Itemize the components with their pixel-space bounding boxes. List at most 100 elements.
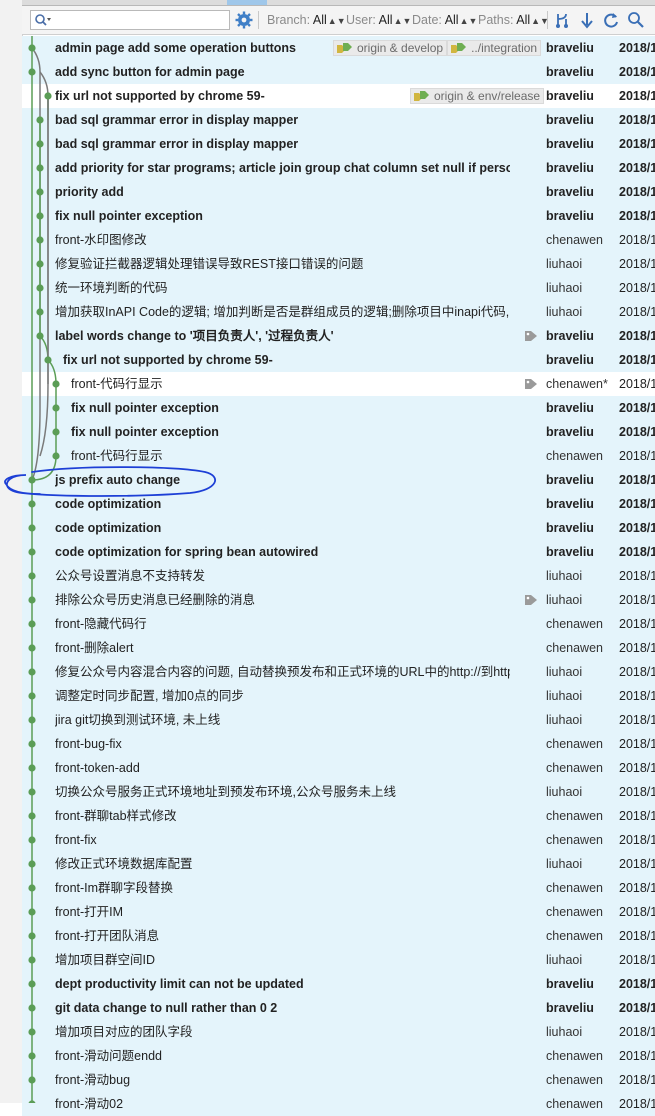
commit-row[interactable]: add sync button for admin page braveliu 20… bbox=[22, 60, 655, 84]
commit-message: front-打开IM bbox=[55, 905, 124, 919]
commit-date: 2018/1 bbox=[619, 41, 655, 55]
commit-message: dept productivity limit can not be updat… bbox=[55, 977, 304, 991]
date-filter-value: All bbox=[444, 13, 459, 27]
commit-date: 2018/1 bbox=[619, 497, 655, 511]
commit-row[interactable]: 修复公众号内容混合内容的问题, 自动替换预发布和正式环境的URL中的http:/… bbox=[22, 660, 655, 684]
commit-row[interactable]: 增加项目对应的团队字段 liuhaoi 2018/1 bbox=[22, 1020, 655, 1044]
commit-message: 公众号设置消息不支持转发 bbox=[55, 569, 206, 583]
commit-row[interactable]: 修复验证拦截器逻辑处理错误导致REST接口错误的问题 liuhaoi 2018/1 bbox=[22, 252, 655, 276]
commit-row[interactable]: fix null pointer exception braveliu 2018/1 bbox=[22, 396, 655, 420]
commit-author: braveliu bbox=[546, 41, 594, 55]
branch-ref-badge[interactable]: origin & develop bbox=[333, 40, 448, 56]
commit-message: 统一环境判断的代码 bbox=[55, 281, 168, 295]
commit-row[interactable]: front-水印图修改 chenawen 2018/1 bbox=[22, 228, 655, 252]
log-toolbar: Branch: All▲▼ User: All▲▼ Date: All▲▼ Pa… bbox=[22, 6, 655, 35]
commit-row[interactable]: 公众号设置消息不支持转发 liuhaoi 2018/1 bbox=[22, 564, 655, 588]
commit-author: braveliu bbox=[546, 1001, 594, 1015]
sort-down-icon[interactable] bbox=[578, 11, 596, 29]
commit-row[interactable]: front-代码行显示 chenawen* 2018/1 bbox=[22, 372, 655, 396]
commit-row[interactable]: 增加项目群空间ID liuhaoi 2018/1 bbox=[22, 948, 655, 972]
commit-author: braveliu bbox=[546, 185, 594, 199]
commit-author: chenawen bbox=[546, 737, 603, 751]
commit-row[interactable]: front-删除alert chenawen 2018/1 bbox=[22, 636, 655, 660]
commit-row[interactable]: 排除公众号历史消息已经删除的消息 liuhaoi 2018/1 bbox=[22, 588, 655, 612]
commit-row[interactable]: front-打开IM chenawen 2018/1 bbox=[22, 900, 655, 924]
commit-row[interactable]: front-滑动bug chenawen 2018/1 bbox=[22, 1068, 655, 1092]
commit-row[interactable]: front-bug-fix chenawen 2018/1 bbox=[22, 732, 655, 756]
commit-message: priority add bbox=[55, 185, 124, 199]
commit-date: 2018/1 bbox=[619, 521, 655, 535]
commit-row[interactable]: bad sql grammar error in display mapper b… bbox=[22, 108, 655, 132]
commit-message: front-滑动02 bbox=[55, 1097, 124, 1111]
commit-author: liuhaoi bbox=[546, 857, 583, 871]
commit-row[interactable]: front-群聊tab样式修改 chenawen 2018/1 bbox=[22, 804, 655, 828]
commit-row[interactable]: front-fix chenawen 2018/1 bbox=[22, 828, 655, 852]
commit-row[interactable]: code optimization braveliu 2018/1 bbox=[22, 516, 655, 540]
paths-filter[interactable]: Paths: All▲▼ bbox=[478, 13, 549, 27]
commit-row[interactable]: js prefix auto change braveliu 2018/1 bbox=[22, 468, 655, 492]
commit-row[interactable]: jira git切换到测试环境, 未上线 liuhaoi 2018/1 bbox=[22, 708, 655, 732]
commit-author: liuhaoi bbox=[546, 593, 583, 607]
commit-row[interactable]: fix url not supported by chrome 59- origi… bbox=[22, 84, 655, 108]
commit-row[interactable]: add priority for star programs; article … bbox=[22, 156, 655, 180]
settings-gear-icon[interactable] bbox=[235, 11, 253, 29]
commit-message: front-打开团队消息 bbox=[55, 929, 160, 943]
search-input[interactable] bbox=[30, 10, 230, 30]
chevron-down-icon: ▲▼ bbox=[393, 16, 412, 26]
commit-author: chenawen bbox=[546, 1097, 603, 1111]
commit-row[interactable]: front-Im群聊字段替换 chenawen 2018/1 bbox=[22, 876, 655, 900]
user-filter[interactable]: User: All▲▼ bbox=[346, 13, 411, 27]
commit-message: jira git切换到测试环境, 未上线 bbox=[55, 713, 221, 727]
commit-row[interactable]: label words change to '项目负责人', '过程负责人' br… bbox=[22, 324, 655, 348]
commit-date: 2018/1 bbox=[619, 377, 655, 391]
commit-row[interactable]: fix null pointer exception braveliu 2018/1 bbox=[22, 420, 655, 444]
branch-filter[interactable]: Branch: All▲▼ bbox=[267, 13, 346, 27]
commit-row[interactable]: fix url not supported by chrome 59- brave… bbox=[22, 348, 655, 372]
commit-author: braveliu bbox=[546, 329, 594, 343]
branch-ref-badge[interactable]: origin & env/release bbox=[410, 88, 545, 104]
commit-message: front-代码行显示 bbox=[71, 449, 163, 463]
commit-row[interactable]: git data change to null rather than 0 2 b… bbox=[22, 996, 655, 1020]
commit-message: front-隐藏代码行 bbox=[55, 617, 147, 631]
commit-row[interactable]: 修改正式环境数据库配置 liuhaoi 2018/1 bbox=[22, 852, 655, 876]
commit-date: 2018/1 bbox=[619, 617, 655, 631]
commit-message: code optimization bbox=[55, 521, 162, 535]
commit-row[interactable]: front-打开团队消息 chenawen 2018/1 bbox=[22, 924, 655, 948]
commit-row[interactable]: 增加获取InAPI Code的逻辑; 增加判断是否是群组成员的逻辑;删除项目中i… bbox=[22, 300, 655, 324]
commit-author: chenawen bbox=[546, 449, 603, 463]
commit-row[interactable]: admin page add some operation buttons ori… bbox=[22, 36, 655, 60]
paths-filter-label: Paths: bbox=[478, 13, 514, 27]
commit-row[interactable]: 统一环境判断的代码 liuhaoi 2018/1 bbox=[22, 276, 655, 300]
commit-date: 2018/1 bbox=[619, 689, 655, 703]
branch-filter-value: All bbox=[312, 13, 327, 27]
branch-graph-icon[interactable] bbox=[554, 11, 572, 29]
commit-row[interactable]: front-token-add chenawen 2018/1 bbox=[22, 756, 655, 780]
find-icon[interactable] bbox=[627, 11, 645, 29]
commit-message: add priority for star programs; article … bbox=[55, 161, 510, 175]
commit-row[interactable]: 调整定时同步配置, 增加0点的同步 liuhaoi 2018/1 bbox=[22, 684, 655, 708]
commit-author: liuhaoi bbox=[546, 665, 583, 679]
commit-author: liuhaoi bbox=[546, 305, 583, 319]
commit-row[interactable]: fix null pointer exception braveliu 2018/1 bbox=[22, 204, 655, 228]
paths-filter-value: All bbox=[516, 13, 531, 27]
commit-row[interactable]: dept productivity limit can not be updat… bbox=[22, 972, 655, 996]
date-filter[interactable]: Date: All▲▼ bbox=[412, 13, 477, 27]
commit-author: liuhaoi bbox=[546, 689, 583, 703]
commit-row[interactable]: front-代码行显示 chenawen 2018/1 bbox=[22, 444, 655, 468]
commit-message: fix url not supported by chrome 59- bbox=[63, 353, 273, 367]
commit-row[interactable]: front-滑动问题endd chenawen 2018/1 bbox=[22, 1044, 655, 1068]
commit-row[interactable]: code optimization for spring bean autowi… bbox=[22, 540, 655, 564]
commit-row[interactable]: 切换公众号服务正式环境地址到预发布环境,公众号服务未上线 liuhaoi 2018/… bbox=[22, 780, 655, 804]
branch-ref-badge[interactable]: ../integration bbox=[447, 40, 542, 56]
commit-row[interactable]: front-隐藏代码行 chenawen 2018/1 bbox=[22, 612, 655, 636]
commit-row[interactable]: front-滑动02 chenawen 2018/1 bbox=[22, 1092, 655, 1116]
branch-filter-label: Branch: bbox=[267, 13, 311, 27]
refresh-icon[interactable] bbox=[602, 11, 620, 29]
commit-row[interactable]: priority add braveliu 2018/1 bbox=[22, 180, 655, 204]
commit-author: liuhaoi bbox=[546, 953, 583, 967]
active-tab-indicator[interactable] bbox=[227, 0, 267, 5]
commit-author: braveliu bbox=[546, 425, 594, 439]
search-icon[interactable] bbox=[34, 13, 52, 27]
commit-row[interactable]: code optimization braveliu 2018/1 bbox=[22, 492, 655, 516]
commit-row[interactable]: bad sql grammar error in display mapper b… bbox=[22, 132, 655, 156]
